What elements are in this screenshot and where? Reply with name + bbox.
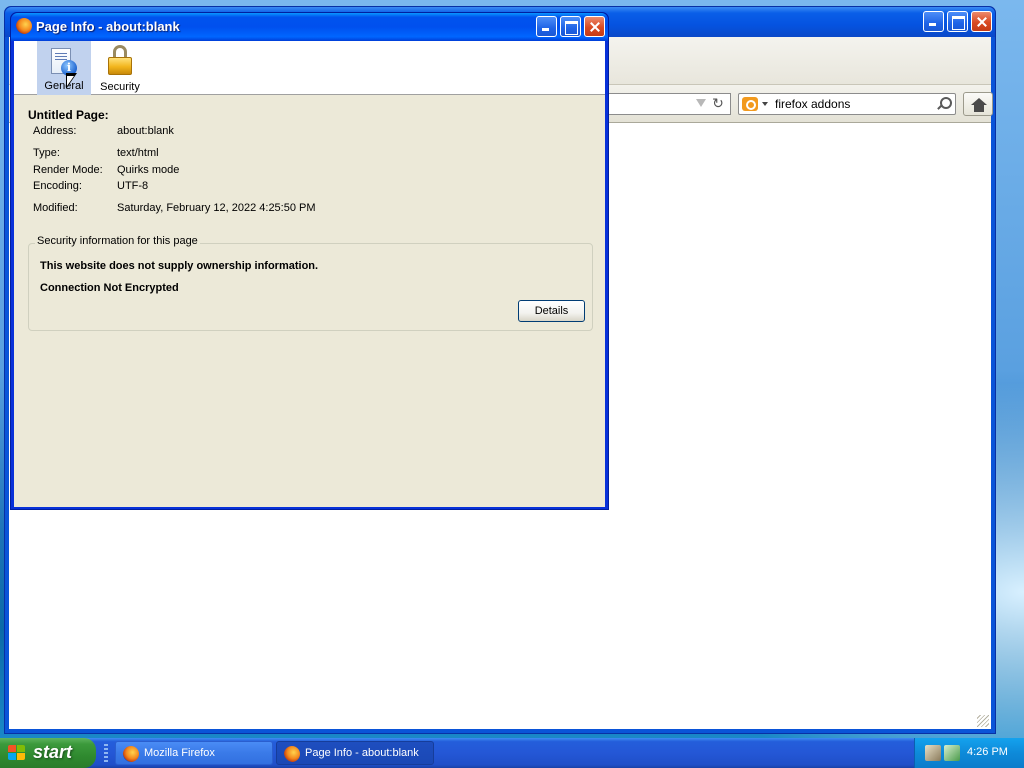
page-info-icon: i bbox=[48, 48, 78, 76]
dialog-body: i General Security Untitled Page: Addres… bbox=[14, 41, 605, 507]
url-history-dropdown-icon[interactable] bbox=[696, 99, 706, 107]
task-firefox[interactable]: Mozilla Firefox bbox=[115, 741, 273, 765]
reload-icon[interactable]: ↻ bbox=[710, 96, 726, 112]
search-input[interactable]: firefox addons bbox=[775, 97, 850, 111]
mouse-cursor-icon bbox=[66, 73, 78, 91]
padlock-icon bbox=[108, 45, 132, 75]
page-info-dialog: Page Info - about:blank i General Securi… bbox=[10, 12, 609, 510]
address-value: about:blank bbox=[117, 125, 174, 137]
magnifier-icon[interactable] bbox=[935, 96, 952, 112]
maximize-button[interactable] bbox=[947, 11, 968, 32]
modified-label: Modified: bbox=[33, 202, 78, 214]
connection-text: Connection Not Encrypted bbox=[40, 282, 179, 294]
details-button[interactable]: Details bbox=[518, 300, 585, 322]
dialog-title: Page Info - about:blank bbox=[36, 19, 180, 34]
task-page-info-label: Page Info - about:blank bbox=[305, 747, 419, 759]
tab-security-label: Security bbox=[100, 81, 140, 93]
network-icon[interactable] bbox=[925, 745, 941, 761]
dialog-minimize-button[interactable] bbox=[536, 16, 557, 37]
render-mode-label: Render Mode: bbox=[33, 164, 103, 176]
ownership-text: This website does not supply ownership i… bbox=[40, 260, 319, 272]
tab-general-label: General bbox=[44, 80, 84, 92]
start-label: start bbox=[33, 742, 73, 762]
address-label: Address: bbox=[33, 125, 77, 137]
render-mode-value: Quirks mode bbox=[117, 164, 180, 176]
search-engine-icon[interactable] bbox=[742, 97, 758, 111]
system-tray: 4:26 PM bbox=[914, 738, 1024, 768]
dialog-maximize-button[interactable] bbox=[560, 16, 581, 37]
clock[interactable]: 4:26 PM bbox=[967, 746, 1008, 758]
search-bar[interactable]: firefox addons bbox=[738, 93, 956, 115]
task-page-info[interactable]: Page Info - about:blank bbox=[276, 741, 434, 765]
dialog-titlebar[interactable]: Page Info - about:blank bbox=[11, 13, 608, 41]
type-value: text/html bbox=[117, 147, 159, 159]
task-firefox-label: Mozilla Firefox bbox=[144, 747, 215, 759]
taskbar: start Mozilla Firefox Page Info - about:… bbox=[0, 738, 1024, 768]
search-engine-dropdown-icon[interactable] bbox=[762, 102, 768, 106]
dialog-close-button[interactable] bbox=[584, 16, 605, 37]
taskbar-grip[interactable] bbox=[104, 744, 108, 762]
security-center-icon[interactable] bbox=[944, 745, 960, 761]
encoding-value: UTF-8 bbox=[117, 180, 149, 192]
start-button[interactable]: start bbox=[0, 738, 96, 768]
pane-selector: i General Security bbox=[14, 41, 605, 95]
security-groupbox: Security information for this page This … bbox=[28, 235, 593, 331]
tab-general[interactable]: i General bbox=[37, 41, 91, 95]
firefox-icon bbox=[16, 18, 32, 34]
home-icon bbox=[971, 98, 987, 112]
close-button[interactable] bbox=[971, 11, 992, 32]
resize-grip[interactable] bbox=[977, 715, 989, 727]
home-button[interactable] bbox=[963, 92, 993, 116]
type-label: Type: bbox=[33, 147, 60, 159]
modified-value: Saturday, February 12, 2022 4:25:50 PM bbox=[117, 202, 316, 214]
tab-security[interactable]: Security bbox=[92, 41, 148, 95]
firefox-icon bbox=[123, 746, 139, 762]
windows-flag-icon bbox=[8, 745, 26, 761]
url-bar[interactable]: ↻ bbox=[599, 93, 731, 115]
page-title: Untitled Page: bbox=[28, 108, 109, 122]
firefox-icon bbox=[284, 746, 300, 762]
security-legend: Security information for this page bbox=[35, 235, 200, 247]
minimize-button[interactable] bbox=[923, 11, 944, 32]
encoding-label: Encoding: bbox=[33, 180, 82, 192]
